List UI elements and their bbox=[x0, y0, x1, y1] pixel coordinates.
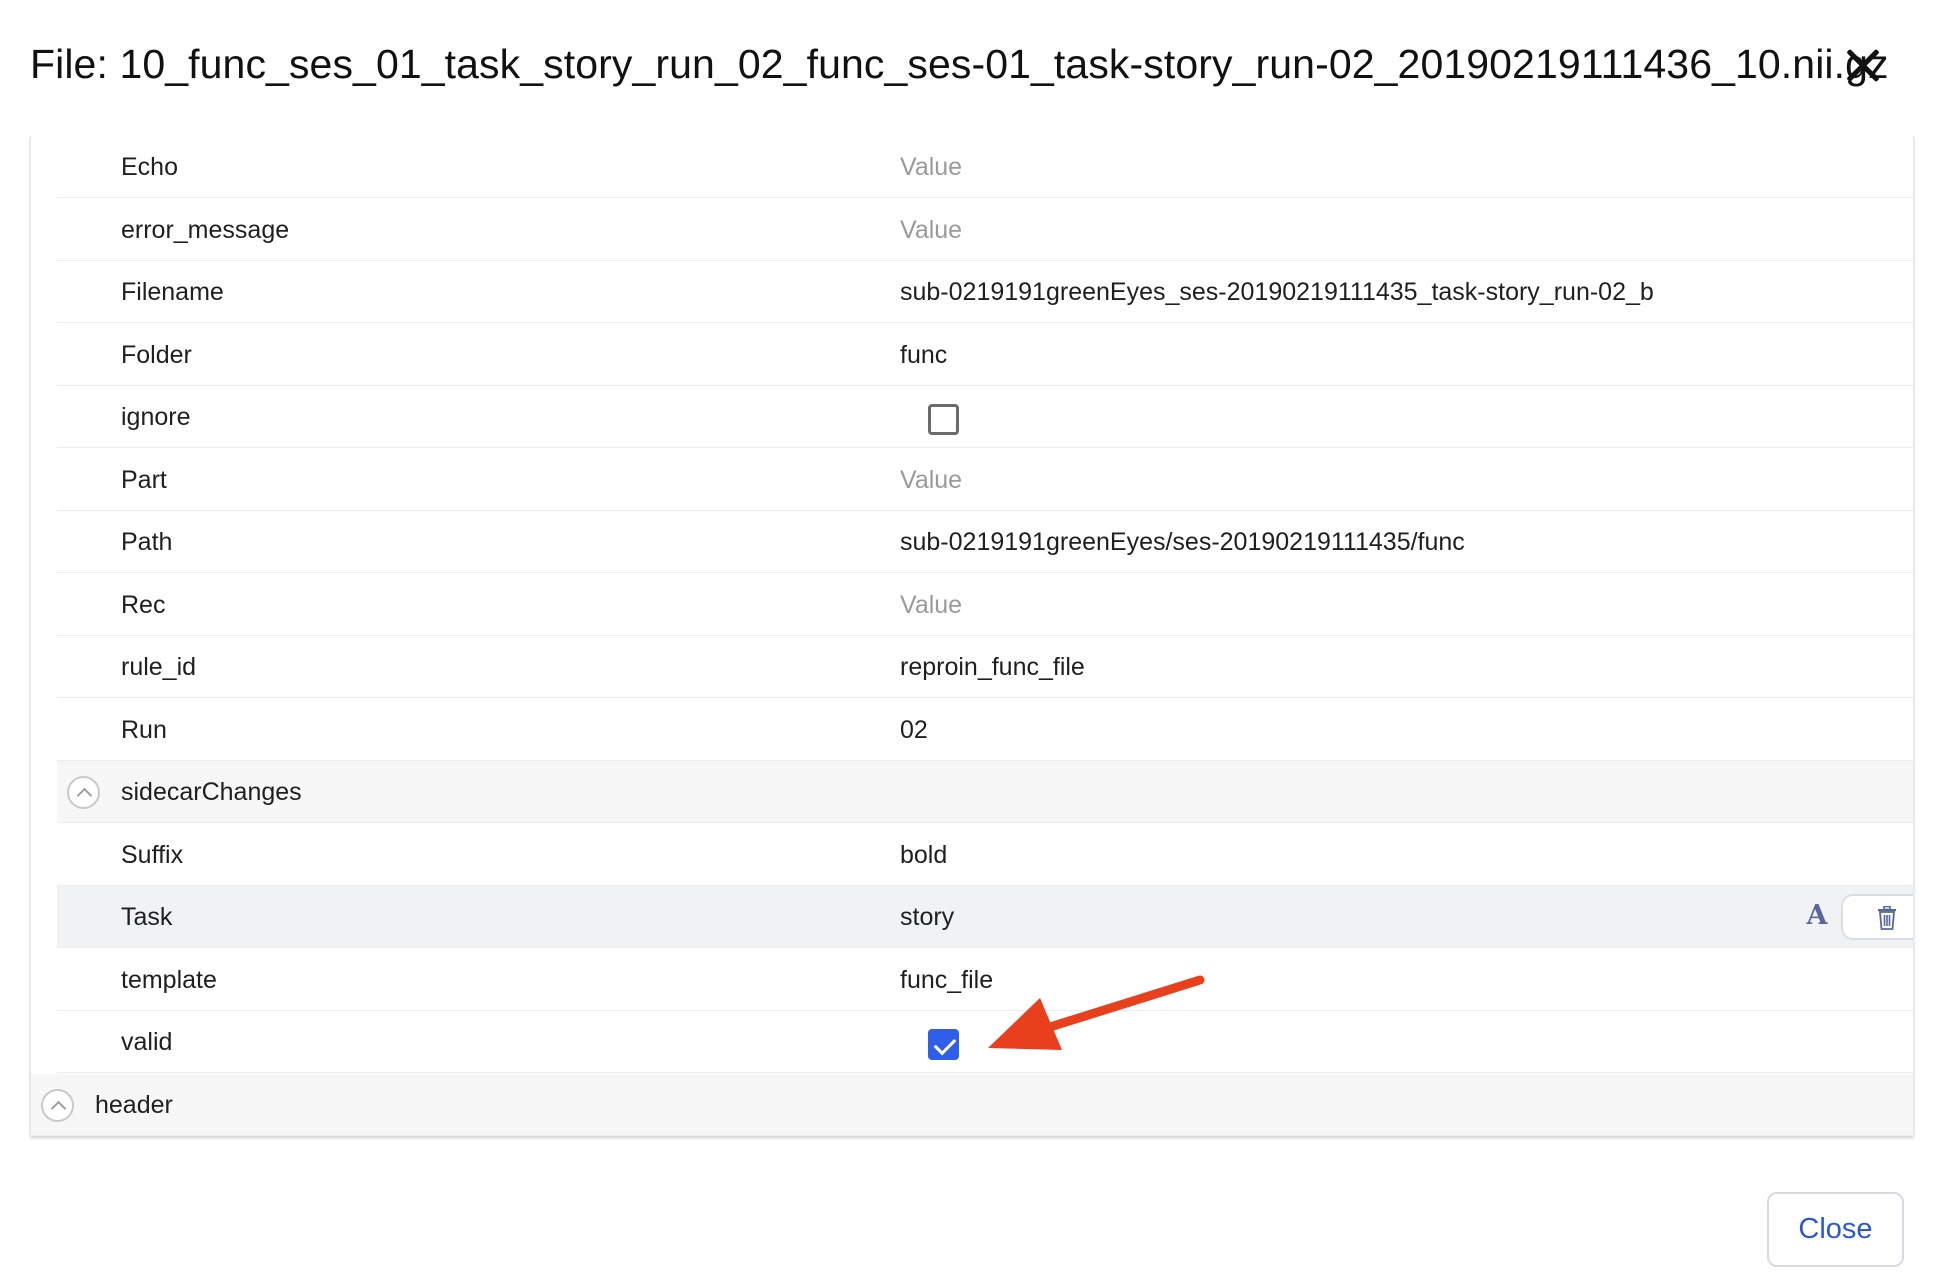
row-key: Path bbox=[121, 528, 173, 556]
row-key: error_message bbox=[121, 215, 290, 244]
tree-row: Task story A bbox=[57, 886, 1913, 948]
close-button[interactable]: Close bbox=[1767, 1192, 1904, 1267]
row-value-placeholder[interactable]: Value bbox=[900, 449, 962, 511]
close-icon[interactable] bbox=[1838, 40, 1890, 92]
row-key: ignore bbox=[121, 403, 191, 431]
row-value[interactable]: reproin_func_file bbox=[900, 636, 1085, 698]
row-key: header bbox=[95, 1090, 173, 1119]
row-key: Part bbox=[121, 465, 167, 494]
chevron-up-icon[interactable] bbox=[41, 1088, 74, 1122]
font-A-icon[interactable]: A bbox=[1797, 896, 1837, 936]
valid-checkbox[interactable] bbox=[928, 1029, 959, 1060]
row-value[interactable]: bold bbox=[900, 824, 947, 886]
row-value[interactable]: sub-0219191greenEyes_ses-20190219111435_… bbox=[900, 261, 1654, 323]
tree-row: Run 02 bbox=[57, 699, 1913, 761]
modal-header: File: 10_func_ses_01_task_story_run_02_f… bbox=[0, 0, 1940, 130]
tree-row: template func_file bbox=[57, 949, 1913, 1011]
tree-row: error_message Value bbox=[57, 199, 1913, 261]
row-key: template bbox=[121, 965, 217, 994]
tree-row: rule_id reproin_func_file bbox=[57, 636, 1913, 698]
row-value[interactable]: 02 bbox=[900, 699, 928, 761]
trash-icon bbox=[1878, 906, 1896, 930]
row-key: sidecarChanges bbox=[121, 778, 302, 806]
row-value[interactable]: sub-0219191greenEyes/ses-20190219111435/… bbox=[900, 511, 1465, 573]
row-value[interactable]: func_file bbox=[900, 949, 993, 1011]
tree-row: Rec Value bbox=[57, 574, 1913, 636]
chevron-up-icon[interactable] bbox=[67, 776, 100, 809]
row-value[interactable]: func bbox=[900, 324, 947, 386]
row-value-placeholder[interactable]: Value bbox=[900, 199, 962, 261]
modal-title: File: 10_func_ses_01_task_story_run_02_f… bbox=[30, 41, 1889, 87]
tree-group-row[interactable]: sidecarChanges bbox=[57, 761, 1913, 823]
row-key: rule_id bbox=[121, 653, 197, 681]
tree-row: Suffix bold bbox=[57, 824, 1913, 886]
tree-row: Folder func bbox=[57, 324, 1913, 386]
row-key: Suffix bbox=[121, 840, 184, 869]
row-key: valid bbox=[121, 1028, 173, 1056]
row-key: Filename bbox=[121, 278, 224, 306]
tree-row: Echo Value bbox=[57, 136, 1913, 198]
tree-row: Part Value bbox=[57, 449, 1913, 511]
row-key: Echo bbox=[121, 153, 178, 181]
tree-row: Filename sub-0219191greenEyes_ses-2019021… bbox=[57, 261, 1913, 323]
row-key: Task bbox=[121, 903, 173, 931]
row-value[interactable]: story bbox=[900, 886, 954, 948]
tree-row: ignore bbox=[57, 386, 1913, 448]
row-value-placeholder[interactable]: Value bbox=[900, 574, 962, 636]
row-key: Folder bbox=[121, 340, 192, 369]
ignore-checkbox[interactable] bbox=[928, 404, 959, 435]
metadata-tree: Echo Value error_message Value Filename sub-0… bbox=[30, 136, 1914, 1136]
tree-group-row[interactable]: header bbox=[31, 1073, 1913, 1136]
row-key: Run bbox=[121, 715, 167, 744]
row-key: Rec bbox=[121, 590, 166, 619]
row-value-placeholder[interactable]: Value bbox=[900, 136, 962, 198]
delete-button[interactable] bbox=[1841, 894, 1913, 940]
tree-row: Path sub-0219191greenEyes/ses-20190219111… bbox=[57, 511, 1913, 573]
file-details-modal: File: 10_func_ses_01_task_story_run_02_f… bbox=[0, 0, 1940, 1284]
tree-row: valid bbox=[57, 1011, 1913, 1073]
